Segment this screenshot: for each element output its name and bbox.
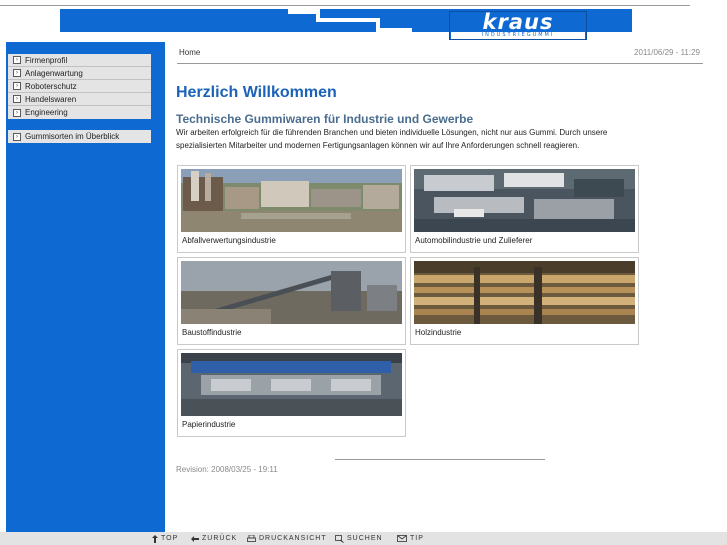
top-button[interactable]: TOP [152, 532, 178, 545]
arrow-box-icon: › [13, 95, 21, 103]
envelope-icon [397, 535, 407, 542]
sidebar-item-engineering[interactable]: › Engineering [8, 106, 151, 119]
print-view-button[interactable]: DRUCKANSICHT [247, 532, 327, 545]
arrow-box-icon: › [13, 82, 21, 90]
sidebar-item-handelswaren[interactable]: › Handelswaren [8, 93, 151, 106]
arrow-up-icon [152, 534, 158, 543]
industry-card-label: Automobilindustrie und Zulieferer [415, 236, 533, 245]
sidebar-item-label: Gummisorten im Überblick [25, 132, 120, 141]
sidebar-item-label: Firmenprofil [25, 55, 68, 65]
top-divider [0, 5, 690, 6]
tip-label: TIP [410, 535, 424, 542]
page-title: Herzlich Willkommen [176, 84, 337, 101]
sidebar-item-gummisorten[interactable]: › Gummisorten im Überblick [8, 130, 151, 143]
bottom-divider [335, 459, 545, 460]
automotive-plant-photo [414, 169, 635, 232]
industry-card-holz[interactable]: Holzindustrie [410, 257, 639, 345]
logo-subtext: INDUSTRIEGUMMI [451, 32, 585, 39]
wood-industry-photo [414, 261, 635, 324]
breadcrumb-home[interactable]: Home [179, 48, 200, 57]
paper-industry-photo [181, 353, 402, 416]
sidebar-nav-main: › Firmenprofil › Anlagenwartung › Robote… [8, 54, 151, 119]
page-subtitle: Technische Gummiwaren für Industrie und … [176, 112, 474, 126]
industry-card-label: Holzindustrie [415, 328, 462, 337]
back-button[interactable]: ZURÜCK [191, 532, 237, 545]
arrow-left-icon [191, 535, 199, 542]
arrow-box-icon: › [13, 69, 21, 77]
arrow-box-icon: › [13, 132, 21, 141]
back-label: ZURÜCK [202, 535, 238, 542]
industry-card-abfallverwertung[interactable]: Abfallverwertungsindustrie [177, 165, 406, 253]
search-label: SUCHEN [347, 535, 383, 542]
printer-icon [247, 534, 256, 542]
sidebar-item-roboterschutz[interactable]: › Roboterschutz [8, 80, 151, 93]
kraus-logo[interactable]: kraus INDUSTRIEGUMMI [449, 11, 587, 40]
sidebar-nav-secondary: › Gummisorten im Überblick [8, 130, 151, 143]
footer-toolbar: TOP ZURÜCK DRUCKANSICHT SUCHEN TIP [0, 532, 727, 545]
search-button[interactable]: SUCHEN [335, 532, 383, 545]
sidebar-item-label: Engineering [25, 108, 68, 117]
top-label: TOP [161, 535, 179, 542]
intro-text: Wir arbeiten erfolgreich für die führend… [176, 128, 608, 150]
content-divider [177, 63, 703, 64]
building-materials-photo [181, 261, 402, 324]
main-content: Home 2011/06/29 - 11:29 Herzlich Willkom… [165, 42, 727, 532]
revision-date: Revision: 2008/03/25 - 19:11 [176, 465, 278, 474]
tip-button[interactable]: TIP [397, 532, 424, 545]
industry-card-papier[interactable]: Papierindustrie [177, 349, 406, 437]
arrow-box-icon: › [13, 108, 21, 117]
sidebar-item-anlagenwartung[interactable]: › Anlagenwartung [8, 67, 151, 80]
industry-card-baustoff[interactable]: Baustoffindustrie [177, 257, 406, 345]
industry-card-label: Baustoffindustrie [182, 328, 242, 337]
industry-card-label: Abfallverwertungsindustrie [182, 236, 276, 245]
print-view-label: DRUCKANSICHT [259, 535, 327, 542]
search-icon [335, 534, 344, 543]
sidebar-item-firmenprofil[interactable]: › Firmenprofil [8, 54, 151, 67]
sidebar-item-label: Handelswaren [25, 94, 77, 104]
sidebar-item-label: Roboterschutz [25, 81, 77, 91]
logo-text: kraus [482, 10, 554, 34]
arrow-box-icon: › [13, 56, 21, 64]
left-sidebar: › Firmenprofil › Anlagenwartung › Robote… [6, 42, 165, 532]
waste-plant-photo [181, 169, 402, 232]
sidebar-item-label: Anlagenwartung [25, 68, 83, 78]
industry-card-automobil[interactable]: Automobilindustrie und Zulieferer [410, 165, 639, 253]
current-date: 2011/06/29 - 11:29 [634, 48, 700, 57]
industry-card-label: Papierindustrie [182, 420, 236, 429]
